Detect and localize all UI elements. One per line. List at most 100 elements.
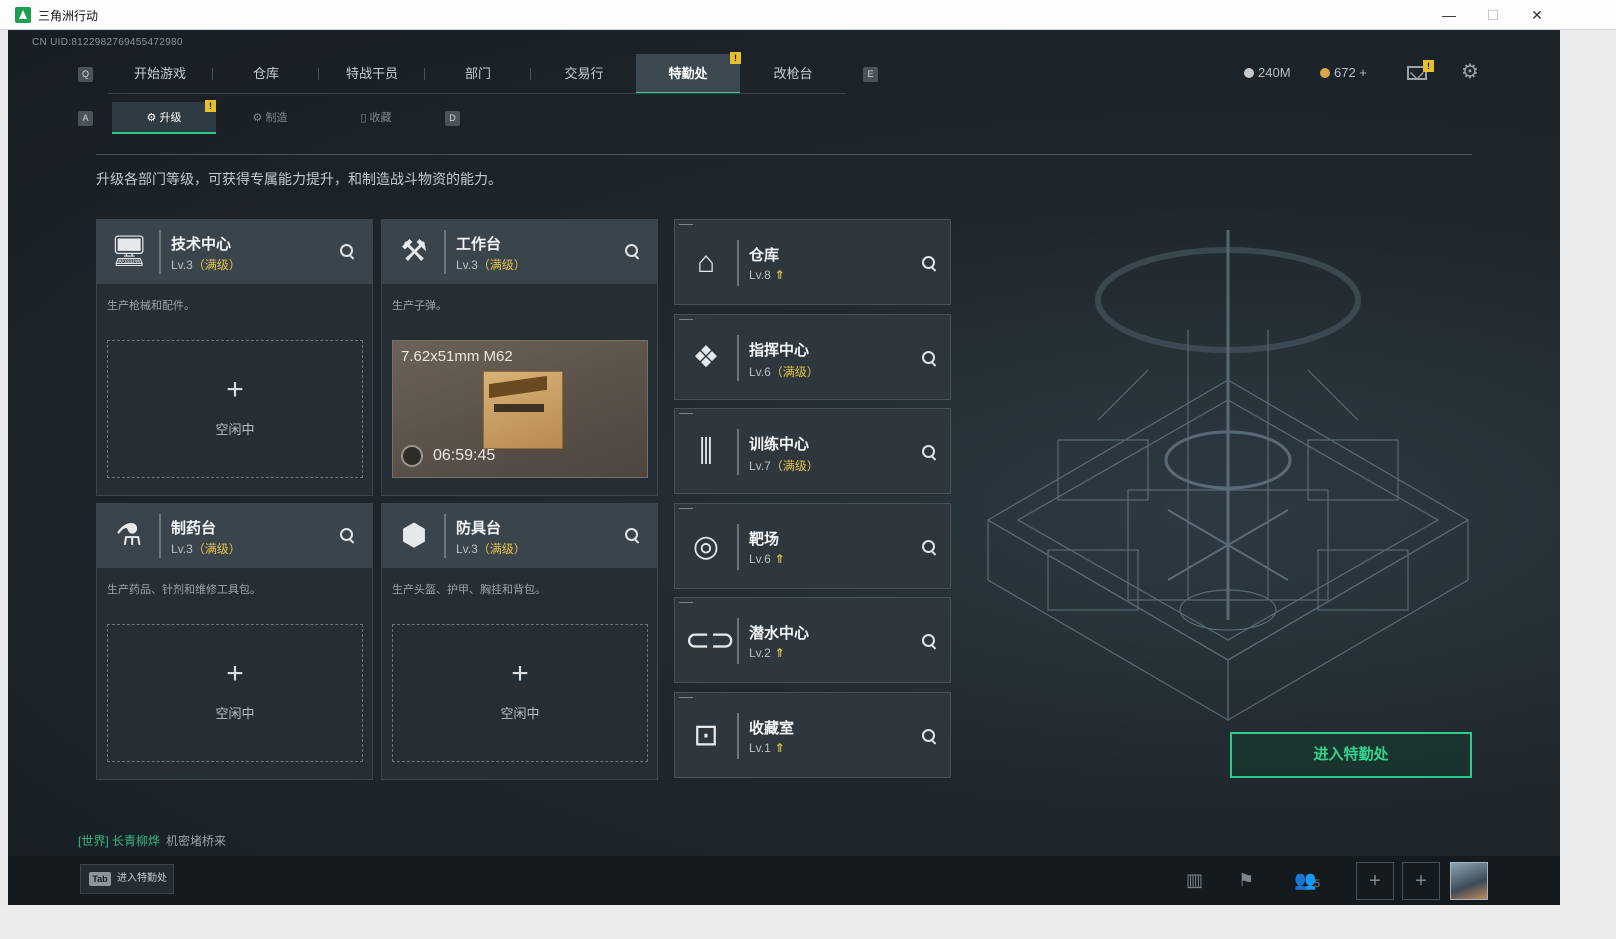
- tab-start-game[interactable]: 开始游戏: [108, 54, 212, 94]
- warehouse-icon: ⌂: [696, 246, 716, 279]
- search-icon[interactable]: [920, 254, 938, 272]
- currency-gems[interactable]: 672 +: [1320, 65, 1367, 80]
- search-icon[interactable]: [920, 538, 938, 556]
- subnav-next-key[interactable]: D: [445, 111, 460, 126]
- tab-departments[interactable]: 部门: [426, 54, 530, 94]
- facility-training-center[interactable]: ⫼ 训练中心 Lv.7（满级）: [674, 408, 951, 494]
- idle-label: 空闲中: [215, 706, 255, 721]
- card-header: ⚗ 制药台 Lv.3（满级）: [97, 504, 372, 568]
- gems-value: 672 +: [1334, 65, 1367, 80]
- crafting-item[interactable]: 7.62x51mm M62 06:59:45: [392, 340, 648, 478]
- subtab-badge: !: [205, 100, 216, 112]
- facility-level: Lv.8 ⇑: [749, 268, 785, 282]
- subnav-prev-key[interactable]: A: [78, 111, 93, 126]
- facility-command-center[interactable]: ❖ 指挥中心 Lv.6（满级）: [674, 314, 951, 400]
- window-title: 三角洲行动: [38, 9, 99, 23]
- gear-icon[interactable]: ⚙: [1461, 62, 1481, 82]
- card-description: 生产枪械和配件。: [107, 300, 195, 312]
- facility-name: 训练中心: [749, 436, 810, 453]
- item-name: 7.62x51mm M62: [401, 348, 513, 365]
- minimize-button[interactable]: —: [1426, 0, 1472, 30]
- add-slot-button[interactable]: +: [1356, 862, 1394, 900]
- flag-icon[interactable]: ⚑: [1238, 870, 1254, 890]
- currency-coins[interactable]: 240M: [1244, 65, 1291, 80]
- max-level-tag: （满级）: [477, 258, 526, 272]
- facility-level: Lv.7（满级）: [749, 457, 819, 474]
- separator: [737, 335, 739, 381]
- tab-warehouse[interactable]: 仓库: [214, 54, 318, 94]
- background-desktop-bottom: [0, 905, 1616, 939]
- uid-label: CN UID:8122982769455472980: [32, 37, 183, 48]
- subtab-upgrade[interactable]: ⚙ 升级: [112, 102, 216, 134]
- tab-gunsmith[interactable]: 改枪台: [741, 54, 845, 94]
- search-icon[interactable]: [338, 526, 356, 544]
- divider: [96, 154, 1472, 155]
- maximize-button[interactable]: ☐: [1470, 0, 1516, 30]
- close-button[interactable]: ✕: [1514, 0, 1560, 30]
- card-level: Lv.3（满级）: [456, 256, 526, 273]
- tab-trading[interactable]: 交易行: [532, 54, 636, 94]
- background-desktop-left: [0, 30, 8, 939]
- nav-next-key[interactable]: E: [863, 67, 878, 82]
- facility-name: 潜水中心: [749, 625, 810, 642]
- command-icon: ❖: [692, 341, 720, 374]
- facility-shooting-range[interactable]: ◎ 靶场 Lv.6 ⇑: [674, 503, 951, 589]
- production-slot[interactable]: + 空闲中: [107, 624, 363, 762]
- add-slot-button[interactable]: +: [1402, 862, 1440, 900]
- facility-warehouse[interactable]: ⌂ 仓库 Lv.8 ⇑: [674, 219, 951, 305]
- subtab-collection[interactable]: ▯ 收藏: [324, 102, 428, 134]
- facility-collection-room[interactable]: ⊡ 收藏室 Lv.1 ⇑: [674, 692, 951, 778]
- search-icon[interactable]: [920, 727, 938, 745]
- chat-line[interactable]: [世界] 长青柳烨 机密堵桥来: [78, 832, 226, 849]
- separator: [737, 618, 739, 664]
- separator: [737, 713, 739, 759]
- card-description: 生产药品、针剂和维修工具包。: [107, 584, 261, 596]
- separator: [737, 429, 739, 475]
- search-icon[interactable]: [338, 242, 356, 260]
- card-header: 🖥 技术中心 Lv.3（满级）: [97, 220, 372, 284]
- level-value: Lv.3: [171, 542, 193, 556]
- stats-icon[interactable]: ▥: [1186, 870, 1203, 890]
- level-value: Lv.3: [456, 258, 478, 272]
- card-workbench[interactable]: ⚒ 工作台 Lv.3（满级） 生产子弹。 7.62x51mm M62 06:59…: [381, 219, 658, 496]
- production-slot[interactable]: + 空闲中: [107, 340, 363, 478]
- title-bar: 三角洲行动 — ☐ ✕: [0, 0, 1616, 30]
- facility-level: Lv.6（满级）: [749, 363, 819, 380]
- tab-shortcut-button[interactable]: Tab 进入特勤处: [80, 864, 174, 894]
- search-icon[interactable]: [920, 349, 938, 367]
- card-tech-center[interactable]: 🖥 技术中心 Lv.3（满级） 生产枪械和配件。 + 空闲中: [96, 219, 373, 496]
- facility-diving-center[interactable]: ⊂⊃ 潜水中心 Lv.2 ⇑: [674, 597, 951, 683]
- subtab-craft[interactable]: ⚙ 制造: [218, 102, 322, 134]
- enter-special-ops-button[interactable]: 进入特勤处: [1230, 732, 1472, 778]
- tab-special-ops[interactable]: 特勤处: [636, 54, 740, 94]
- card-armor-bench[interactable]: ⬢ 防具台 Lv.3（满级） 生产头盔、护甲、胸挂和背包。 + 空闲中: [381, 503, 658, 780]
- subtab-collection-label: 收藏: [369, 112, 392, 124]
- facility-level: Lv.1 ⇑: [749, 741, 785, 755]
- idle-label: 空闲中: [500, 706, 540, 721]
- plus-icon: +: [226, 373, 244, 406]
- card-level: Lv.3（满级）: [456, 540, 526, 557]
- search-icon[interactable]: [623, 242, 641, 260]
- search-icon[interactable]: [920, 443, 938, 461]
- dumbbell-icon: ⫼: [699, 435, 713, 468]
- idle-label: 空闲中: [215, 422, 255, 437]
- tab-operators[interactable]: 特战干员: [320, 54, 424, 94]
- card-pharmacy[interactable]: ⚗ 制药台 Lv.3（满级） 生产药品、针剂和维修工具包。 + 空闲中: [96, 503, 373, 780]
- separator: [737, 524, 739, 570]
- level-value: Lv.2: [749, 646, 771, 660]
- card-title: 工作台: [456, 236, 502, 253]
- level-value: Lv.1: [749, 741, 771, 755]
- search-icon[interactable]: [920, 632, 938, 650]
- level-value: Lv.3: [456, 542, 478, 556]
- avatar[interactable]: [1450, 862, 1488, 900]
- card-title: 技术中心: [171, 236, 232, 253]
- production-slot[interactable]: + 空闲中: [392, 624, 648, 762]
- search-icon[interactable]: [623, 526, 641, 544]
- card-header: ⚒ 工作台 Lv.3（满级）: [382, 220, 657, 284]
- facility-level: Lv.2 ⇑: [749, 646, 785, 660]
- background-desktop-right: [1560, 30, 1616, 939]
- nav-separator: [424, 68, 425, 80]
- nav-prev-key[interactable]: Q: [78, 67, 93, 82]
- plus-icon: +: [511, 657, 529, 690]
- upgrade-arrow-icon: ⇑: [774, 741, 785, 755]
